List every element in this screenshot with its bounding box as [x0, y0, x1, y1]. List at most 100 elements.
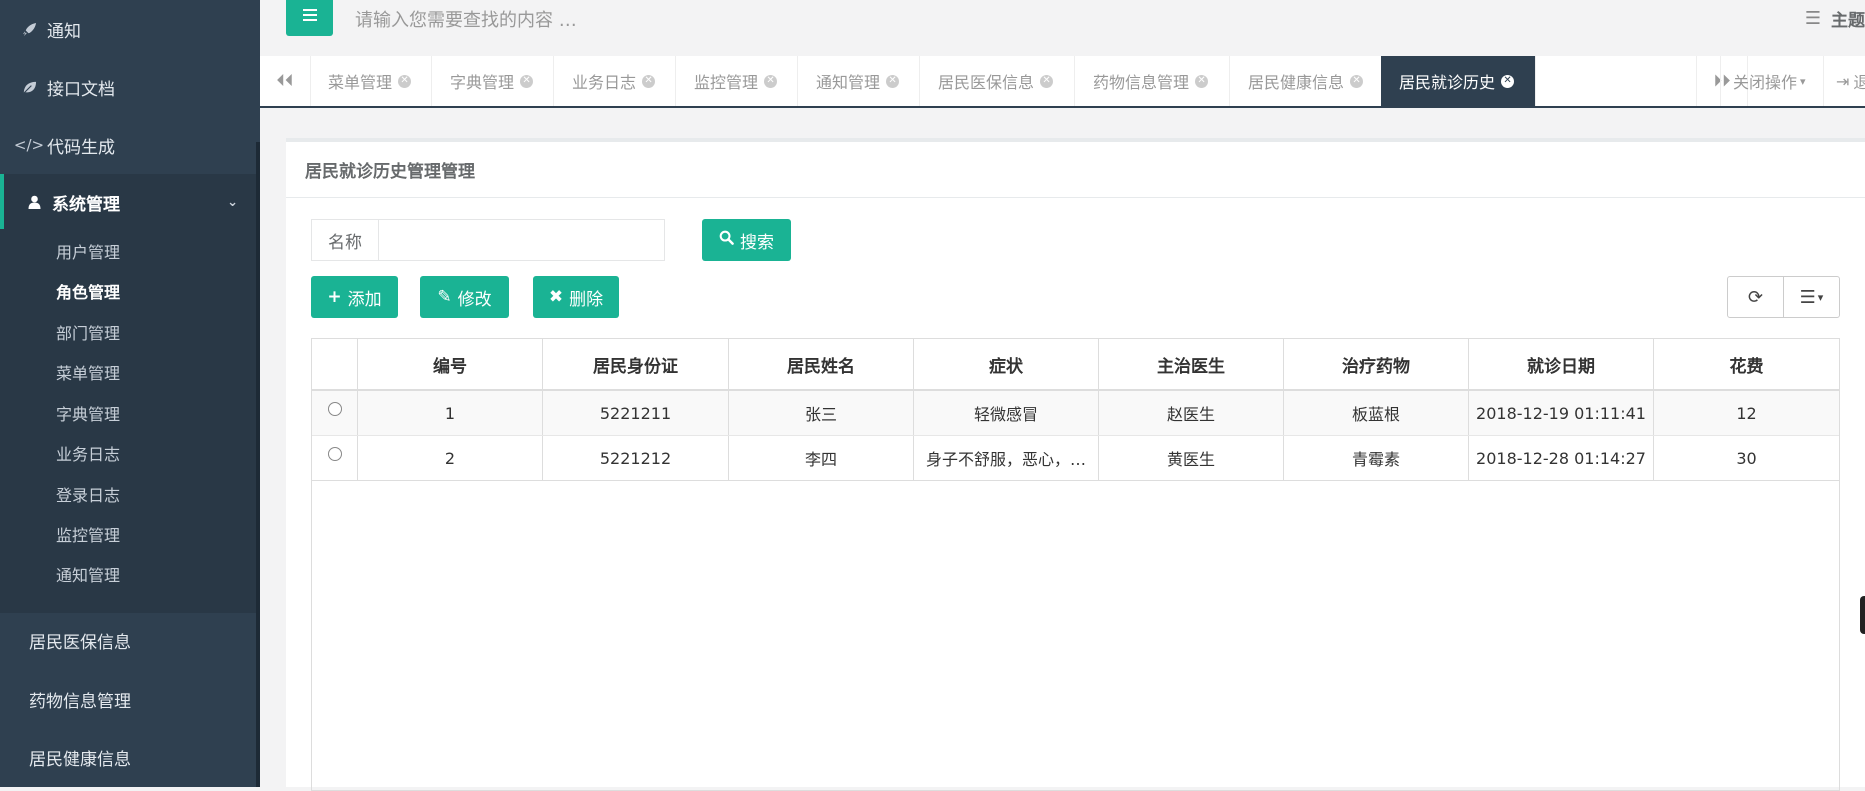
table-cell: 身子不舒服，恶心，…	[914, 436, 1099, 480]
close-ops-label: 关闭操作	[1733, 73, 1798, 92]
side-handle[interactable]	[1860, 596, 1865, 634]
close-icon[interactable]: ✕	[764, 74, 778, 88]
submenu-item-dictionary[interactable]: 字典管理	[56, 403, 120, 427]
column-header[interactable]: 主治医生	[1099, 339, 1284, 389]
tab-health-info[interactable]: 居民健康信息 ✕	[1230, 56, 1385, 106]
content-panel: 居民就诊历史管理管理 名称 搜索 + 添加 ✎ 修改 ✖ 删除 ⟳ ☰ ▾ 编号 …	[286, 138, 1865, 791]
row-radio[interactable]	[327, 402, 342, 416]
delete-button[interactable]: ✖ 删除	[533, 276, 619, 318]
tab-menu-management[interactable]: 菜单管理 ✕	[310, 56, 432, 106]
theme-label: 主题	[1831, 11, 1865, 31]
close-icon[interactable]: ✕	[398, 74, 412, 88]
refresh-icon[interactable]: ⟳	[1728, 277, 1783, 317]
tab-business-log[interactable]: 业务日志 ✕	[554, 56, 676, 106]
column-header[interactable]: 居民姓名	[729, 339, 914, 389]
tab-monitor[interactable]: 监控管理 ✕	[676, 56, 798, 106]
submenu-item-roles[interactable]: 角色管理	[56, 281, 120, 305]
search-button[interactable]: 搜索	[702, 219, 791, 261]
search-icon	[719, 230, 734, 250]
tabs-scroll-left-icon[interactable]: ⏴⏴	[260, 56, 311, 106]
delete-button-label: 删除	[569, 289, 604, 310]
close-icon[interactable]: ✕	[1195, 74, 1209, 88]
table-cell: 2018-12-28 01:14:27	[1469, 436, 1654, 480]
submenu-item-notice[interactable]: 通知管理	[56, 564, 120, 588]
table-cell: 30	[1736, 448, 1757, 468]
code-icon: </>	[13, 136, 45, 154]
sidebar: 通知 接口文档 </> 代码生成 系统管理 ⌄ 用户管理 角色管理 部门管理 菜…	[0, 0, 260, 787]
submenu-item-departments[interactable]: 部门管理	[56, 322, 120, 346]
add-button-label: 添加	[347, 289, 382, 310]
tab-visit-history[interactable]: 居民就诊历史 ✕	[1381, 56, 1536, 106]
theme-icon: ☰	[1804, 8, 1821, 29]
column-header[interactable]: 花费	[1654, 339, 1839, 389]
table-cell: 李四	[729, 436, 914, 480]
close-icon[interactable]: ✕	[1040, 74, 1054, 88]
close-icon[interactable]: ✕	[886, 74, 900, 88]
tab-label: 字典管理	[450, 73, 515, 92]
sidebar-item-health-info[interactable]: 居民健康信息	[0, 728, 260, 786]
table-cell: 5221212	[543, 436, 729, 480]
add-button[interactable]: + 添加	[311, 276, 398, 318]
table-cell: 黄医生	[1099, 436, 1284, 480]
submenu-item-menus[interactable]: 菜单管理	[56, 362, 120, 386]
column-header[interactable]: 就诊日期	[1469, 339, 1654, 389]
close-icon[interactable]: ✕	[520, 74, 534, 88]
edit-button[interactable]: ✎ 修改	[420, 276, 509, 318]
table-header-row: 编号 居民身份证 居民姓名 症状 主治医生 治疗药物 就诊日期 花费	[312, 339, 1839, 391]
sidebar-item-drug-info[interactable]: 药物信息管理	[0, 670, 260, 728]
table-cell: 2	[358, 436, 543, 480]
column-header[interactable]: 症状	[914, 339, 1099, 389]
theme-button[interactable]: ☰ 主题	[1805, 6, 1865, 31]
column-header[interactable]: 编号	[358, 339, 543, 389]
row-radio[interactable]	[327, 447, 342, 461]
tab-label: 居民健康信息	[1248, 73, 1345, 92]
menu-toggle-button[interactable]	[286, 0, 333, 36]
column-header[interactable]: 治疗药物	[1284, 339, 1469, 389]
top-navbar: 请输入您需要查找的内容 … ☰ 主题	[260, 0, 1865, 57]
global-search-input[interactable]: 请输入您需要查找的内容 …	[355, 6, 577, 32]
close-icon[interactable]: ✕	[1501, 74, 1515, 88]
sidebar-item-label: 通知	[47, 21, 81, 42]
tab-label: 药物信息管理	[1093, 73, 1190, 92]
sidebar-item-label: 接口文档	[47, 79, 115, 100]
search-button-label: 搜索	[740, 232, 774, 253]
sidebar-item-notice[interactable]: 通知	[0, 0, 260, 58]
tab-medical-insurance[interactable]: 居民医保信息 ✕	[920, 56, 1075, 106]
submenu-item-business-log[interactable]: 业务日志	[56, 443, 120, 467]
table-row[interactable]: 1 5221211 张三 轻微感冒 赵医生 板蓝根 2018-12-19 01:…	[312, 391, 1839, 436]
tab-label: 通知管理	[816, 73, 881, 92]
table-cell: 板蓝根	[1284, 391, 1469, 435]
tab-drug-info[interactable]: 药物信息管理 ✕	[1075, 56, 1230, 106]
sidebar-scrollbar[interactable]	[256, 142, 260, 787]
logout-button[interactable]: ⇥退出	[1823, 56, 1865, 106]
logout-label: 退出	[1853, 69, 1865, 93]
submenu-item-login-log[interactable]: 登录日志	[56, 484, 120, 508]
chevron-down-icon: ⌄	[227, 194, 238, 210]
tab-label: 业务日志	[572, 73, 637, 92]
close-icon[interactable]: ✕	[1350, 74, 1364, 88]
sidebar-item-codegen[interactable]: </> 代码生成	[0, 116, 260, 174]
page-tabs: ⏴⏴ 菜单管理 ✕ 字典管理 ✕ 业务日志 ✕ 监控管理 ✕ 通知管理 ✕ 居民医保信息 ✕…	[260, 56, 1865, 108]
submenu-item-users[interactable]: 用户管理	[56, 241, 120, 265]
close-icon[interactable]: ✕	[642, 74, 656, 88]
name-search-input[interactable]	[379, 220, 664, 260]
tab-dictionary[interactable]: 字典管理 ✕	[432, 56, 554, 106]
tab-notice[interactable]: 通知管理 ✕	[798, 56, 920, 106]
table-toolbar: ⟳ ☰ ▾	[1727, 276, 1840, 318]
logout-icon: ⇥	[1836, 71, 1850, 91]
submenu: 用户管理 角色管理 部门管理 菜单管理 字典管理 业务日志 登录日志 监控管理 …	[0, 229, 260, 613]
table-row[interactable]: 2 5221212 李四 身子不舒服，恶心，… 黄医生 青霉素 2018-12-…	[312, 436, 1839, 481]
sidebar-item-api-docs[interactable]: 接口文档	[0, 58, 260, 116]
page-title: 居民就诊历史管理管理	[305, 162, 475, 182]
submenu-item-monitor[interactable]: 监控管理	[56, 524, 120, 548]
column-header[interactable]: 居民身份证	[543, 339, 729, 389]
sidebar-item-system[interactable]: 系统管理 ⌄	[0, 174, 260, 230]
tab-label: 居民医保信息	[938, 73, 1035, 92]
divider	[286, 197, 1865, 198]
sidebar-item-label: 系统管理	[52, 194, 120, 215]
table-cell: 张三	[729, 391, 914, 435]
sidebar-item-medical-insurance[interactable]: 居民医保信息	[0, 611, 260, 669]
columns-toggle-icon[interactable]: ☰ ▾	[1783, 277, 1839, 317]
table-cell: 轻微感冒	[914, 391, 1099, 435]
table-cell: 5221211	[543, 391, 729, 435]
